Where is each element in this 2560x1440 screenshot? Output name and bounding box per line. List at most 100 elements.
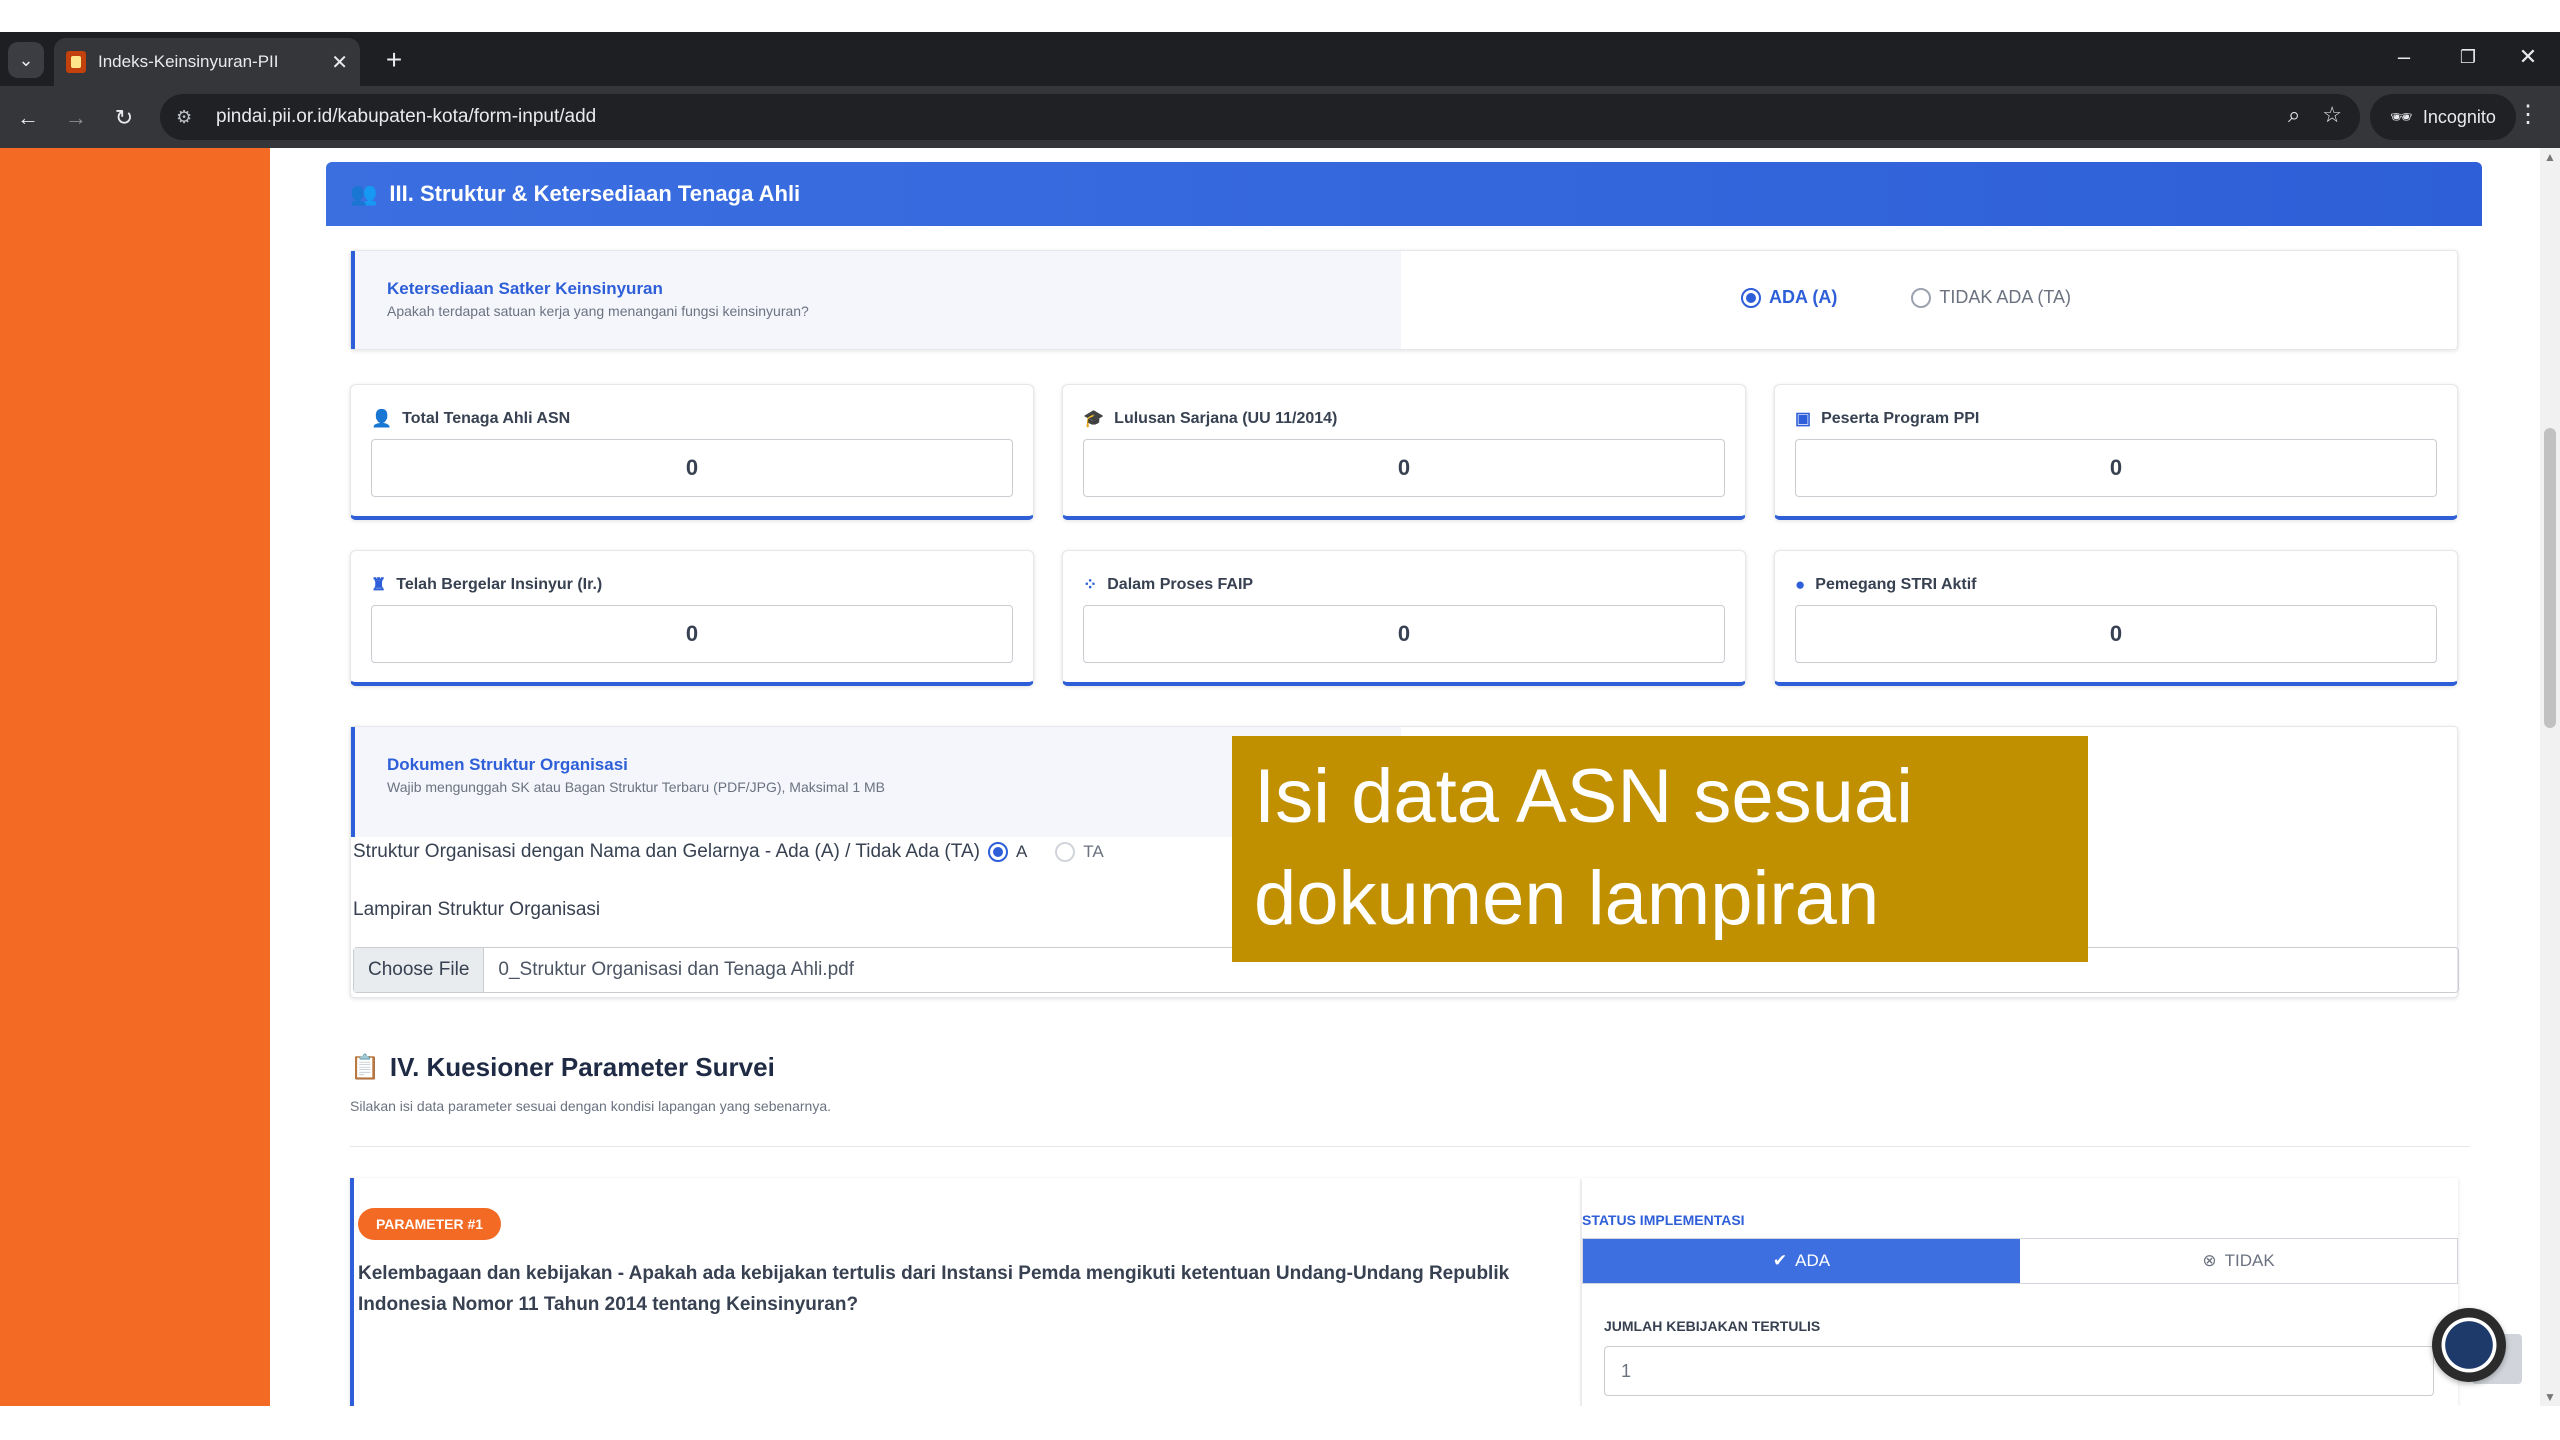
jumlah-kebijakan-input[interactable]: 1: [1604, 1346, 2434, 1396]
section4-title-text: IV. Kuesioner Parameter Survei: [389, 1052, 775, 1082]
new-tab-icon[interactable]: +: [376, 42, 412, 78]
radio-ta-label: TA: [1083, 842, 1104, 861]
scroll-up-icon[interactable]: ▲: [2544, 150, 2556, 164]
browser-tab[interactable]: Indeks-Keinsinyuran-PII ✕: [54, 38, 360, 86]
graduation-cap-icon: 🎓: [1083, 409, 1105, 428]
radio-dot-icon: [1055, 842, 1076, 862]
lulusan-sarjana-input[interactable]: 0: [1083, 439, 1725, 497]
radio-struktur-a[interactable]: A: [987, 842, 1028, 862]
address-bar[interactable]: ⚙ pindai.pii.or.id/kabupaten-kota/form-i…: [160, 94, 2360, 140]
stat-card-proses-faip: ⁘ Dalam Proses FAIP 0: [1062, 550, 1746, 686]
overlay-line-1: Isi data ASN sesuai: [1254, 754, 1914, 839]
scroll-down-icon[interactable]: ▼: [2544, 1390, 2556, 1404]
tab-search-icon[interactable]: ⌄: [8, 42, 44, 78]
pii-logo-icon[interactable]: [2432, 1308, 2506, 1382]
check-circle-icon: ✔: [1772, 1251, 1788, 1270]
radio-struktur-ta[interactable]: TA: [1055, 842, 1104, 862]
struktur-question-row: Struktur Organisasi dengan Nama dan Gela…: [353, 841, 1104, 863]
parameter-badge: PARAMETER #1: [358, 1208, 502, 1240]
bookmark-star-icon[interactable]: ☆: [2322, 102, 2342, 128]
stat-label: ⁘ Dalam Proses FAIP: [1083, 575, 1253, 595]
back-icon[interactable]: ←: [10, 100, 46, 136]
stat-label-text: Dalam Proses FAIP: [1107, 576, 1254, 593]
status-tidak-button[interactable]: ⊗ TIDAK: [2020, 1239, 2457, 1283]
radio-ada-label: ADA (A): [1769, 287, 1838, 307]
jumlah-kebijakan-label: JUMLAH KEBIJAKAN TERTULIS: [1604, 1318, 1821, 1334]
url-text: pindai.pii.or.id/kabupaten-kota/form-inp…: [216, 106, 597, 127]
incognito-icon: 🕶: [2390, 106, 2413, 127]
radio-a-label: A: [1015, 842, 1028, 861]
x-circle-icon: ⊗: [2202, 1251, 2217, 1270]
stat-card-lulusan-sarjana: 🎓 Lulusan Sarjana (UU 11/2014) 0: [1062, 384, 1746, 520]
orange-sidebar: [0, 148, 270, 1406]
site-favicon-icon: [66, 51, 86, 73]
stat-label-text: Peserta Program PPI: [1821, 410, 1980, 427]
zoom-icon[interactable]: ⌕: [2288, 102, 2300, 128]
radio-tidak-ada[interactable]: TIDAK ADA (TA): [1911, 287, 2071, 308]
section-title-kuesioner: 📋 IV. Kuesioner Parameter Survei: [350, 1052, 775, 1083]
radio-ada[interactable]: ADA (A): [1741, 287, 1837, 308]
reload-icon[interactable]: ↻: [106, 100, 142, 136]
satker-card: Ketersediaan Satker Keinsinyuran Apakah …: [350, 250, 2458, 350]
close-window-icon[interactable]: ✕: [2508, 44, 2548, 70]
section4-subtitle: Silakan isi data parameter sesuai dengan…: [350, 1098, 831, 1114]
stri-aktif-input[interactable]: 0: [1795, 605, 2437, 663]
total-asn-input[interactable]: 0: [371, 439, 1013, 497]
bergelar-insinyur-input[interactable]: 0: [371, 605, 1013, 663]
section-title: III. Struktur & Ketersediaan Tenaga Ahli: [389, 181, 801, 206]
satker-info: Ketersediaan Satker Keinsinyuran Apakah …: [351, 251, 1401, 349]
clipboard-icon: 📋: [350, 1054, 380, 1081]
stat-label-text: Lulusan Sarjana (UU 11/2014): [1114, 410, 1338, 427]
page-scrollbar[interactable]: ▲ ▼: [2540, 148, 2560, 1406]
section-header-struktur: 👥 III. Struktur & Ketersediaan Tenaga Ah…: [326, 162, 2482, 226]
status-panel: STATUS IMPLEMENTASI ✔ ADA ⊗ TIDAK JUMLAH K…: [1582, 1178, 2458, 1406]
choose-file-button[interactable]: Choose File: [354, 948, 485, 992]
parameter-card: PARAMETER #1 Kelembagaan dan kebijakan -…: [350, 1178, 1580, 1406]
close-tab-icon[interactable]: ✕: [331, 50, 348, 75]
stat-label: ▣ Peserta Program PPI: [1795, 409, 1979, 429]
tab-title: Indeks-Keinsinyuran-PII: [98, 52, 279, 71]
stat-card-bergelar-insinyur: ♜ Telah Bergelar Insinyur (Ir.) 0: [350, 550, 1034, 686]
parameter-question: Kelembagaan dan kebijakan - Apakah ada k…: [358, 1263, 1510, 1315]
presentation-icon: ▣: [1795, 409, 1812, 428]
incognito-indicator[interactable]: 🕶 Incognito: [2370, 94, 2516, 140]
restore-icon[interactable]: ❐: [2448, 47, 2488, 68]
user-tie-icon: ♜: [371, 575, 387, 594]
spinner-icon: ⁘: [1083, 575, 1098, 594]
overlay-line-2: dokumen lampiran: [1254, 856, 1880, 941]
browser-tab-strip: ⌄ Indeks-Keinsinyuran-PII ✕ + – ❐ ✕: [0, 32, 2560, 86]
scroll-thumb[interactable]: [2544, 428, 2556, 728]
stat-card-stri-aktif: ● Pemegang STRI Aktif 0: [1774, 550, 2458, 686]
status-tidak-label: TIDAK: [2224, 1251, 2275, 1270]
forward-icon[interactable]: →: [58, 100, 94, 136]
struktur-question: Struktur Organisasi dengan Nama dan Gela…: [353, 841, 980, 862]
satker-subtitle: Apakah terdapat satuan kerja yang menang…: [387, 303, 809, 319]
bottom-margin: [0, 1406, 2560, 1440]
stat-label: ● Pemegang STRI Aktif: [1795, 575, 1977, 595]
stat-card-peserta-ppi: ▣ Peserta Program PPI 0: [1774, 384, 2458, 520]
radio-dot-icon: [987, 842, 1008, 862]
stat-label: 👤 Total Tenaga Ahli ASN: [371, 409, 570, 429]
stat-card-total-asn: 👤 Total Tenaga Ahli ASN 0: [350, 384, 1034, 520]
stat-label: 🎓 Lulusan Sarjana (UU 11/2014): [1083, 409, 1337, 429]
dokumen-subtitle: Wajib mengunggah SK atau Bagan Struktur …: [387, 779, 885, 795]
site-info-icon[interactable]: ⚙: [176, 107, 202, 128]
satker-options: ADA (A) TIDAK ADA (TA): [1741, 287, 2071, 308]
minimize-icon[interactable]: –: [2384, 44, 2424, 70]
status-ada-button[interactable]: ✔ ADA: [1583, 1239, 2020, 1283]
status-implementasi-label: STATUS IMPLEMENTASI: [1582, 1212, 1745, 1228]
instruction-overlay: Isi data ASN sesuai dokumen lampiran: [1232, 736, 2088, 962]
status-ada-label: ADA: [1795, 1251, 1831, 1270]
lampiran-label: Lampiran Struktur Organisasi: [353, 899, 601, 920]
peserta-ppi-input[interactable]: 0: [1795, 439, 2437, 497]
users-icon: 👤: [371, 409, 393, 428]
proses-faip-input[interactable]: 0: [1083, 605, 1725, 663]
selected-file-name: 0_Struktur Organisasi dan Tenaga Ahli.pd…: [498, 959, 854, 980]
browser-menu-icon[interactable]: ⋮: [2516, 100, 2540, 129]
dokumen-title: Dokumen Struktur Organisasi: [387, 755, 628, 774]
incognito-label: Incognito: [2422, 106, 2496, 127]
status-toggle: ✔ ADA ⊗ TIDAK: [1582, 1238, 2458, 1284]
browser-toolbar: ← → ↻ ⚙ pindai.pii.or.id/kabupaten-kota/…: [0, 86, 2560, 148]
top-margin: [0, 0, 2560, 32]
radio-tidak-ada-label: TIDAK ADA (TA): [1939, 287, 2072, 307]
